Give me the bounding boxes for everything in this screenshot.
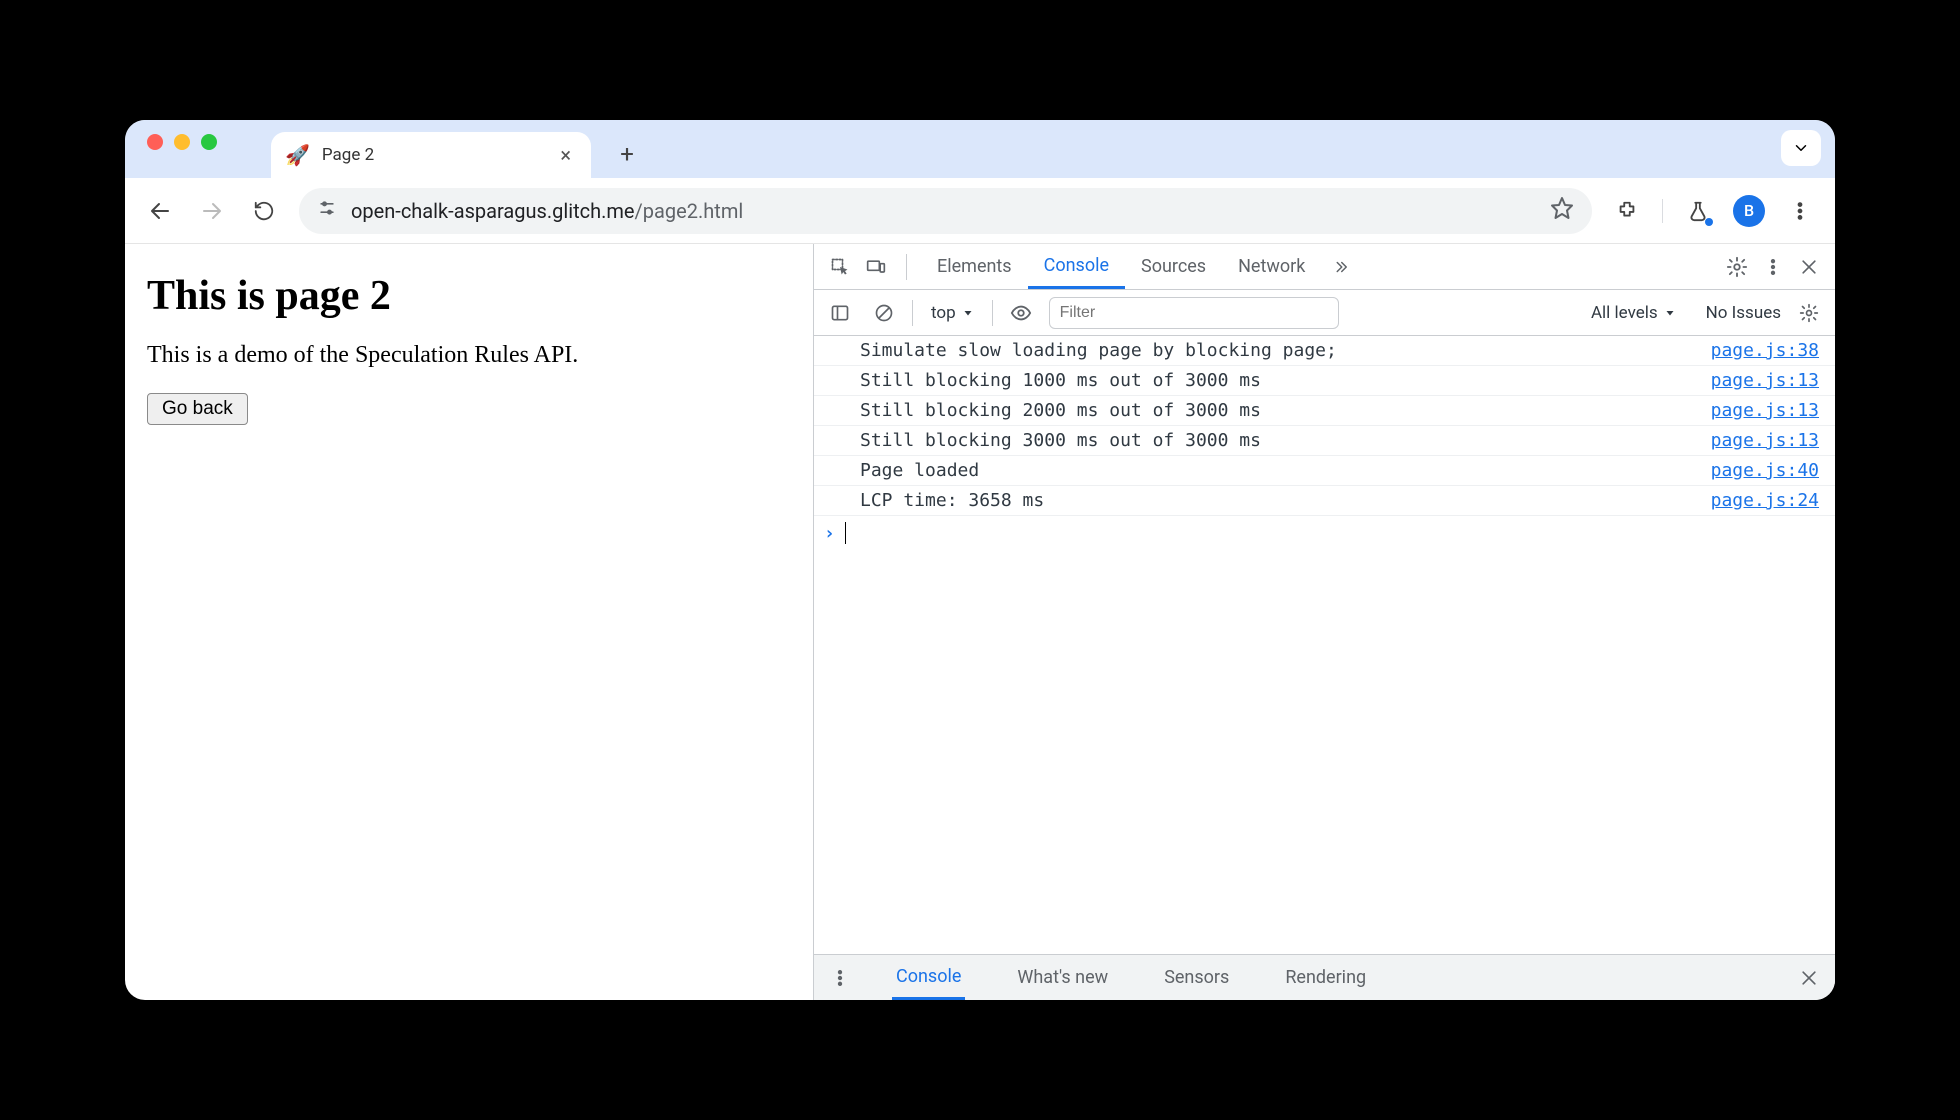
bookmark-star-icon[interactable]: [1550, 196, 1574, 225]
labs-button[interactable]: [1681, 194, 1715, 228]
context-selector[interactable]: top: [925, 303, 980, 323]
minimize-window-button[interactable]: [174, 134, 190, 150]
chrome-menu-button[interactable]: [1783, 194, 1817, 228]
console-log-row: Still blocking 3000 ms out of 3000 mspag…: [814, 426, 1835, 456]
text-caret: [845, 522, 846, 544]
address-bar[interactable]: open-chalk-asparagus.glitch.me/page2.htm…: [299, 188, 1592, 234]
devtools-tab-elements[interactable]: Elements: [921, 244, 1028, 289]
device-toolbar-icon[interactable]: [860, 251, 892, 283]
tab-title: Page 2: [322, 145, 542, 165]
window-controls: [139, 134, 231, 164]
clear-console-icon[interactable]: [868, 297, 900, 329]
devtools-tab-sources[interactable]: Sources: [1125, 244, 1222, 289]
extensions-button[interactable]: [1610, 194, 1644, 228]
devtools-panel: ElementsConsoleSourcesNetwork: [813, 244, 1835, 1000]
reload-button[interactable]: [247, 194, 281, 228]
console-prompt[interactable]: ›: [814, 516, 1835, 550]
divider: [912, 300, 913, 326]
profile-avatar[interactable]: B: [1733, 195, 1765, 227]
console-filter-input[interactable]: [1049, 297, 1339, 329]
drawer-tab-rendering[interactable]: Rendering: [1281, 955, 1370, 1000]
live-expression-icon[interactable]: [1005, 297, 1037, 329]
go-back-button[interactable]: Go back: [147, 393, 248, 425]
back-button[interactable]: [143, 194, 177, 228]
tab-strip: 🚀 Page 2 × +: [125, 120, 1835, 178]
log-message: Still blocking 3000 ms out of 3000 ms: [860, 430, 1711, 451]
divider: [906, 254, 907, 280]
devtools-settings-icon[interactable]: [1721, 251, 1753, 283]
log-message: LCP time: 3658 ms: [860, 490, 1711, 511]
page-paragraph: This is a demo of the Speculation Rules …: [147, 342, 791, 369]
inspect-element-icon[interactable]: [824, 251, 856, 283]
chevron-down-icon: [962, 307, 974, 319]
log-source-link[interactable]: page.js:13: [1711, 400, 1825, 421]
devtools-tab-console[interactable]: Console: [1028, 244, 1125, 289]
site-settings-icon[interactable]: [317, 198, 337, 223]
devtools-tab-bar: ElementsConsoleSourcesNetwork: [814, 244, 1835, 290]
more-tabs-icon[interactable]: [1325, 251, 1357, 283]
console-log-row: LCP time: 3658 mspage.js:24: [814, 486, 1835, 516]
tabs-menu-button[interactable]: [1781, 130, 1821, 166]
console-log-row: Still blocking 1000 ms out of 3000 mspag…: [814, 366, 1835, 396]
url-host: open-chalk-asparagus.glitch.me/page2.htm…: [351, 199, 743, 223]
content-area: This is page 2 This is a demo of the Spe…: [125, 244, 1835, 1000]
drawer-tab-sensors[interactable]: Sensors: [1160, 955, 1233, 1000]
log-levels-selector[interactable]: All levels: [1591, 303, 1676, 323]
drawer-tab-console[interactable]: Console: [892, 955, 965, 1000]
console-settings-icon[interactable]: [1793, 297, 1825, 329]
devtools-close-icon[interactable]: [1793, 251, 1825, 283]
devtools-drawer: Console What's new Sensors Rendering: [814, 954, 1835, 1000]
chevron-down-icon: [1664, 307, 1676, 319]
log-message: Still blocking 1000 ms out of 3000 ms: [860, 370, 1711, 391]
log-message: Page loaded: [860, 460, 1711, 481]
drawer-tab-what-s-new[interactable]: What's new: [1013, 955, 1112, 1000]
console-log-row: Still blocking 2000 ms out of 3000 mspag…: [814, 396, 1835, 426]
log-source-link[interactable]: page.js:24: [1711, 490, 1825, 511]
prompt-chevron-icon: ›: [824, 523, 835, 544]
forward-button[interactable]: [195, 194, 229, 228]
tab-close-button[interactable]: ×: [554, 141, 577, 169]
maximize-window-button[interactable]: [201, 134, 217, 150]
log-source-link[interactable]: page.js:13: [1711, 370, 1825, 391]
drawer-close-icon[interactable]: [1793, 962, 1825, 994]
toolbar-divider: [1662, 199, 1663, 223]
log-source-link[interactable]: page.js:38: [1711, 340, 1825, 361]
close-window-button[interactable]: [147, 134, 163, 150]
drawer-menu-icon[interactable]: [824, 962, 856, 994]
context-label: top: [931, 303, 956, 323]
devtools-tab-network[interactable]: Network: [1222, 244, 1321, 289]
browser-window: 🚀 Page 2 × + open-chalk-asparagus.glitch…: [125, 120, 1835, 1000]
rendered-page: This is page 2 This is a demo of the Spe…: [125, 244, 813, 1000]
tab-favicon-icon: 🚀: [285, 143, 310, 167]
log-message: Still blocking 2000 ms out of 3000 ms: [860, 400, 1711, 421]
console-log-row: Simulate slow loading page by blocking p…: [814, 336, 1835, 366]
toggle-sidebar-icon[interactable]: [824, 297, 856, 329]
page-heading: This is page 2: [147, 272, 791, 320]
log-source-link[interactable]: page.js:13: [1711, 430, 1825, 451]
issues-button[interactable]: No Issues: [1706, 303, 1781, 323]
browser-toolbar: open-chalk-asparagus.glitch.me/page2.htm…: [125, 178, 1835, 244]
divider: [992, 300, 993, 326]
devtools-menu-icon[interactable]: [1757, 251, 1789, 283]
log-message: Simulate slow loading page by blocking p…: [860, 340, 1711, 361]
log-levels-label: All levels: [1591, 303, 1658, 323]
console-output: Simulate slow loading page by blocking p…: [814, 336, 1835, 954]
console-toolbar: top All levels No Issues: [814, 290, 1835, 336]
browser-tab[interactable]: 🚀 Page 2 ×: [271, 132, 591, 178]
new-tab-button[interactable]: +: [609, 136, 645, 172]
log-source-link[interactable]: page.js:40: [1711, 460, 1825, 481]
console-log-row: Page loadedpage.js:40: [814, 456, 1835, 486]
